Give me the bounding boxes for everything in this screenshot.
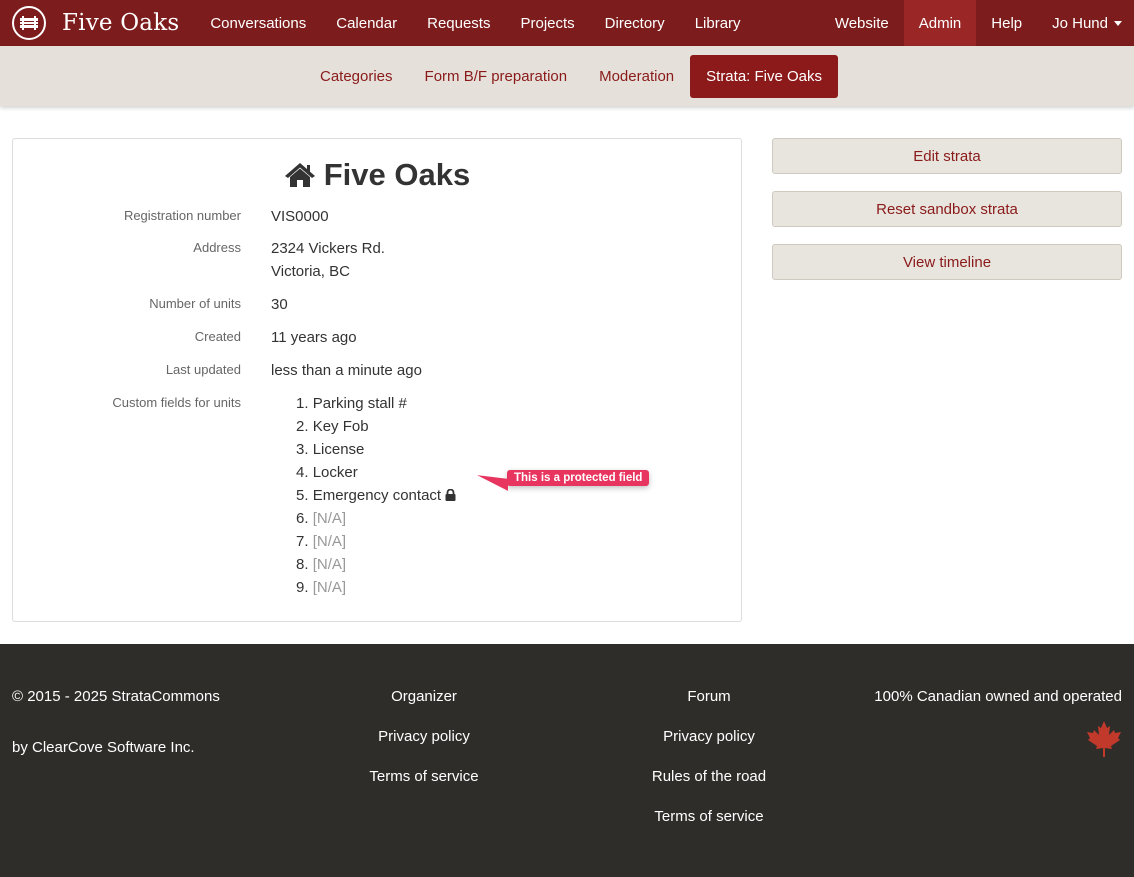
protected-field-tooltip: This is a protected field xyxy=(507,470,650,486)
nav-library[interactable]: Library xyxy=(680,0,756,46)
strata-panel: Five Oaks Registration number VIS0000 Ad… xyxy=(12,138,742,622)
home-icon xyxy=(284,163,315,187)
page-title: Five Oaks xyxy=(13,157,741,193)
value-updated: less than a minute ago xyxy=(271,362,422,379)
lock-icon[interactable] xyxy=(445,489,456,501)
brand-name: Five Oaks xyxy=(62,10,180,36)
list-item: 9. [N/A] xyxy=(296,579,347,596)
value-units: 30 xyxy=(271,296,288,313)
address-line-2: Victoria, BC xyxy=(271,263,350,280)
caret-down-icon xyxy=(1114,20,1122,26)
footer-organizer-privacy-link[interactable]: Privacy policy xyxy=(324,728,524,745)
footer-forum-terms-link[interactable]: Terms of service xyxy=(609,808,809,825)
label-address: Address xyxy=(193,240,241,255)
reset-sandbox-button[interactable]: Reset sandbox strata xyxy=(772,191,1122,227)
list-item: 6. [N/A] xyxy=(296,510,347,527)
tab-form-bf[interactable]: Form B/F preparation xyxy=(409,55,584,98)
list-item: 2. Key Fob xyxy=(296,418,369,435)
tab-moderation[interactable]: Moderation xyxy=(583,55,690,98)
logo-icon xyxy=(12,6,46,40)
footer-forum-privacy-link[interactable]: Privacy policy xyxy=(609,728,809,745)
value-created: 11 years ago xyxy=(271,329,357,346)
label-updated: Last updated xyxy=(165,362,241,377)
admin-subnav: Categories Form B/F preparation Moderati… xyxy=(0,46,1134,106)
list-item: 5. Emergency contact xyxy=(296,484,456,507)
label-units: Number of units xyxy=(149,296,241,311)
footer-organizer-terms-link[interactable]: Terms of service xyxy=(324,768,524,785)
nav-requests[interactable]: Requests xyxy=(412,0,505,46)
tab-categories[interactable]: Categories xyxy=(304,55,409,98)
user-name: Jo Hund xyxy=(1052,14,1108,32)
footer: © 2015 - 2025 StrataCommons by ClearCove… xyxy=(0,644,1134,877)
footer-company: by ClearCove Software Inc. xyxy=(12,739,195,756)
nav-help[interactable]: Help xyxy=(976,0,1037,46)
user-menu[interactable]: Jo Hund xyxy=(1037,0,1134,46)
top-navbar: Five Oaks Conversations Calendar Request… xyxy=(0,0,1134,46)
footer-rules-link[interactable]: Rules of the road xyxy=(609,768,809,785)
tab-strata[interactable]: Strata: Five Oaks xyxy=(690,54,839,98)
list-item: 7. [N/A] xyxy=(296,533,347,550)
list-item: 3. License xyxy=(296,441,365,458)
label-custom-fields: Custom fields for units xyxy=(112,395,241,410)
label-registration: Registration number xyxy=(123,208,241,223)
nav-projects[interactable]: Projects xyxy=(505,0,589,46)
value-address: 2324 Vickers Rd. Victoria, BC xyxy=(271,237,385,283)
footer-copyright: © 2015 - 2025 StrataCommons xyxy=(12,688,220,705)
nav-website[interactable]: Website xyxy=(820,0,904,46)
list-item: 8. [N/A] xyxy=(296,556,347,573)
nav-directory[interactable]: Directory xyxy=(590,0,680,46)
nav-calendar[interactable]: Calendar xyxy=(321,0,412,46)
edit-strata-button[interactable]: Edit strata xyxy=(772,138,1122,174)
nav-admin[interactable]: Admin xyxy=(903,0,977,46)
value-registration: VIS0000 xyxy=(271,208,329,225)
footer-canadian: 100% Canadian owned and operated xyxy=(874,688,1122,705)
strata-title: Five Oaks xyxy=(323,157,471,192)
label-created: Created xyxy=(194,329,241,344)
maple-leaf-icon xyxy=(1087,721,1121,757)
nav-conversations[interactable]: Conversations xyxy=(195,0,321,46)
footer-organizer-link[interactable]: Organizer xyxy=(324,688,524,705)
address-line-1: 2324 Vickers Rd. xyxy=(271,240,385,257)
view-timeline-button[interactable]: View timeline xyxy=(772,244,1122,280)
custom-fields-list: 1. Parking stall # 2. Key Fob 3. License… xyxy=(296,392,456,599)
footer-forum-link[interactable]: Forum xyxy=(609,688,809,705)
brand[interactable]: Five Oaks xyxy=(0,0,195,46)
list-item: 4. Locker xyxy=(296,464,358,481)
list-item: 1. Parking stall # xyxy=(296,395,407,412)
